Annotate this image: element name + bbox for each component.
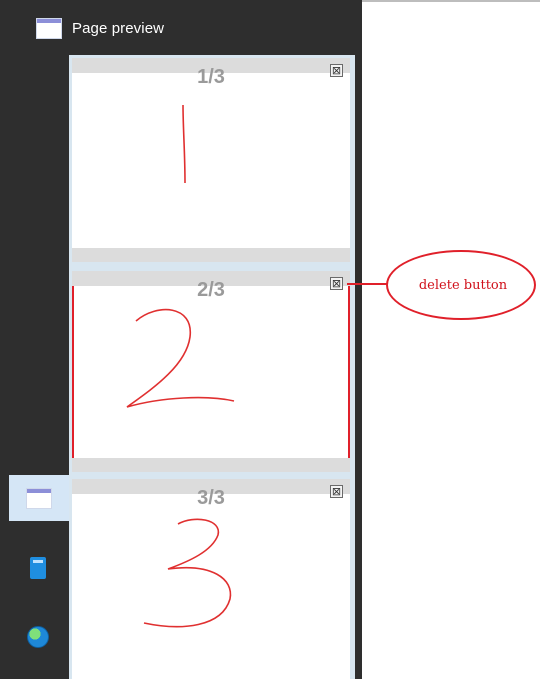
top-border	[362, 0, 540, 2]
page-drawing-2	[126, 308, 235, 408]
annotation-pointer-line	[347, 283, 387, 285]
thumbnail-list: 1/3 ⊠ 2/3 ⊠ 3/3 ⊠	[69, 55, 355, 679]
annotation-text: delete button	[418, 277, 508, 293]
page-thumbnail-3[interactable]: 3/3 ⊠	[72, 479, 350, 679]
page-preview-icon	[36, 17, 62, 39]
rail-globe-button[interactable]	[8, 614, 68, 660]
rail-book-button[interactable]	[8, 545, 68, 591]
globe-icon	[27, 626, 49, 648]
page-thumbnail-1[interactable]: 1/3 ⊠	[72, 58, 350, 262]
page-thumbnail-2[interactable]: 2/3 ⊠	[72, 271, 350, 472]
annotation-callout: delete button	[386, 250, 536, 320]
page-drawing-1	[182, 104, 186, 184]
panel-title: Page preview	[72, 19, 165, 37]
rail-page-preview-button[interactable]	[9, 475, 69, 521]
panel-header: Page preview	[36, 16, 164, 40]
book-icon	[30, 557, 46, 579]
page-preview-icon	[26, 487, 52, 509]
page-drawing-3	[143, 518, 232, 628]
